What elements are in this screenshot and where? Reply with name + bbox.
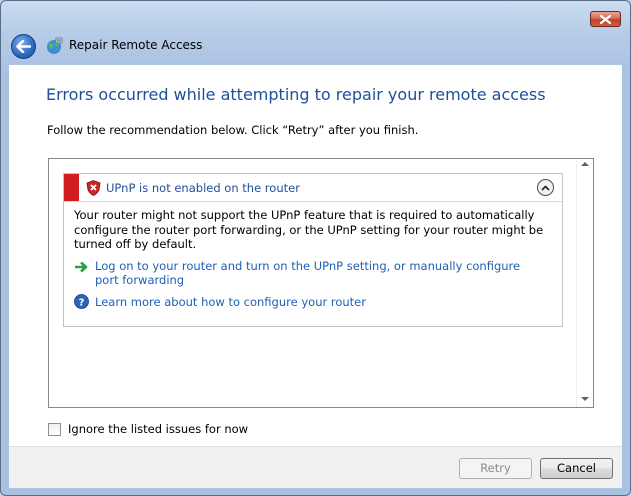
- retry-button[interactable]: Retry: [459, 458, 532, 479]
- learn-more-link[interactable]: Learn more about how to configure your r…: [95, 295, 366, 309]
- page-heading: Errors occurred while attempting to repa…: [46, 85, 546, 104]
- error-status-strip: [64, 174, 79, 201]
- svg-text:?: ?: [79, 298, 85, 309]
- error-shield-icon: [86, 180, 101, 196]
- issue-header[interactable]: UPnP is not enabled on the router: [64, 174, 562, 202]
- cancel-button[interactable]: Cancel: [540, 458, 613, 479]
- content-area: Errors occurred while attempting to repa…: [9, 65, 622, 446]
- close-icon: [600, 14, 611, 24]
- scroll-up-arrow-icon[interactable]: [581, 162, 589, 166]
- repair-remote-access-window: Repair Remote Access Errors occurred whi…: [0, 0, 631, 496]
- network-globe-icon: [47, 37, 63, 54]
- help-icon: ?: [74, 294, 89, 309]
- green-arrow-icon: [75, 261, 88, 273]
- window-frame-right: [622, 65, 630, 495]
- ignore-issues-checkbox[interactable]: [48, 423, 61, 436]
- back-arrow-icon: [16, 40, 31, 53]
- instruction-text: Follow the recommendation below. Click “…: [47, 123, 419, 137]
- chevron-up-icon: [541, 184, 550, 191]
- close-button[interactable]: [590, 11, 621, 27]
- ignore-issues-label[interactable]: Ignore the listed issues for now: [68, 422, 248, 436]
- issue-description: Your router might not support the UPnP f…: [74, 208, 544, 251]
- scroll-down-arrow-icon[interactable]: [581, 397, 589, 401]
- vertical-scrollbar[interactable]: [576, 159, 593, 407]
- issue-title: UPnP is not enabled on the router: [106, 181, 300, 195]
- back-button[interactable]: [11, 34, 36, 59]
- window-title: Repair Remote Access: [69, 38, 203, 52]
- button-bar: Retry Cancel: [9, 446, 622, 488]
- collapse-button[interactable]: [537, 179, 554, 196]
- issue-item: UPnP is not enabled on the router Your r…: [63, 173, 563, 327]
- issues-list[interactable]: UPnP is not enabled on the router Your r…: [48, 158, 594, 408]
- action-link[interactable]: Log on to your router and turn on the UP…: [95, 259, 545, 287]
